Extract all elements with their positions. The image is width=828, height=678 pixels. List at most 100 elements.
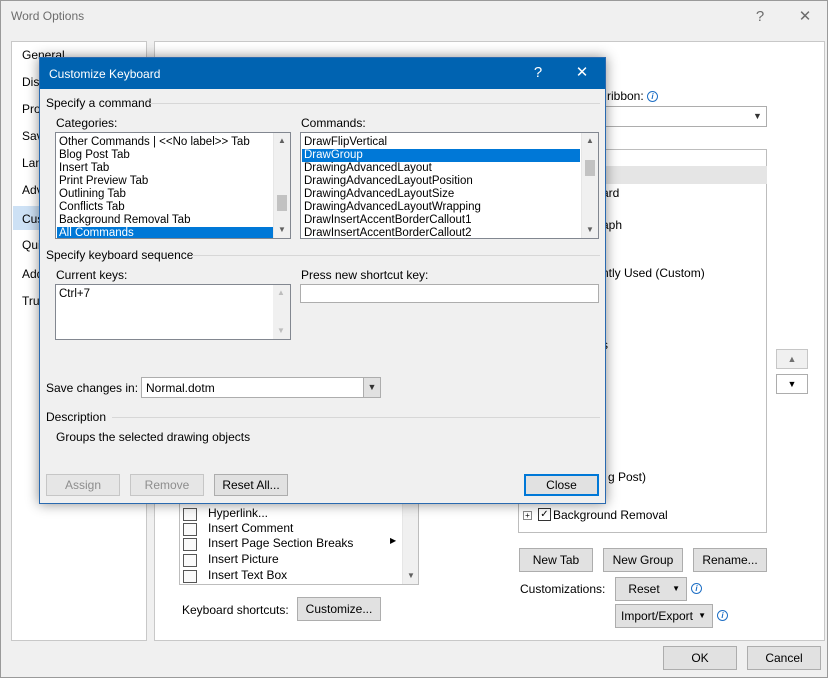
- expand-icon[interactable]: +: [523, 511, 532, 520]
- word-options-close-button[interactable]: ✕: [791, 5, 819, 29]
- commands-listbox[interactable]: DrawFlipVertical DrawGroup DrawingAdvanc…: [300, 132, 599, 239]
- reset-all-button[interactable]: Reset All...: [214, 474, 288, 496]
- category-item[interactable]: Insert Tab: [59, 162, 109, 175]
- move-up-button[interactable]: ▲: [776, 349, 808, 369]
- command-item[interactable]: DrawFlipVertical: [304, 136, 387, 149]
- dialog-title: Customize Keyboard: [49, 67, 161, 81]
- dialog-close-icon[interactable]: ✕: [568, 61, 596, 85]
- category-item-selected[interactable]: All Commands: [57, 227, 273, 238]
- reset-dropdown-button[interactable]: Reset ▼: [615, 577, 687, 601]
- reset-button-label: Reset: [628, 582, 660, 596]
- chevron-down-icon: ▼: [277, 326, 285, 335]
- scrollbar-thumb[interactable]: [277, 195, 287, 211]
- category-item[interactable]: Outlining Tab: [59, 188, 126, 201]
- comment-icon: [183, 523, 197, 536]
- chevron-down-icon[interactable]: ▼: [403, 568, 419, 584]
- tree-item-background-removal[interactable]: Background Removal: [553, 508, 668, 522]
- dropdown-arrow-icon: ▼: [672, 584, 680, 593]
- checkbox-checked-icon[interactable]: ✓: [538, 508, 551, 521]
- page-break-icon: [183, 538, 197, 551]
- new-tab-button[interactable]: New Tab: [519, 548, 593, 572]
- word-options-help-button[interactable]: ?: [746, 5, 774, 29]
- category-item[interactable]: Background Removal Tab: [59, 214, 190, 227]
- current-keys-label: Current keys:: [56, 268, 128, 282]
- categories-label: Categories:: [56, 116, 118, 130]
- new-group-button[interactable]: New Group: [603, 548, 683, 572]
- chevron-up-icon: ▲: [277, 288, 285, 297]
- info-icon: i: [717, 610, 728, 621]
- categories-scrollbar[interactable]: ▲ ▼: [273, 133, 290, 238]
- description-text: Groups the selected drawing objects: [56, 430, 251, 444]
- divider: [192, 255, 600, 256]
- list-item-hyperlink[interactable]: Hyperlink...: [208, 506, 268, 520]
- rename-button[interactable]: Rename...: [693, 548, 767, 572]
- text-box-icon: [183, 570, 197, 583]
- commands-list-scrollbar[interactable]: ▼: [402, 498, 418, 584]
- list-item-insert-comment[interactable]: Insert Comment: [208, 521, 293, 535]
- submenu-arrow-icon: ▶: [390, 536, 397, 545]
- save-changes-select[interactable]: Normal.dotm ▼: [141, 377, 381, 398]
- dialog-help-button[interactable]: ?: [524, 61, 552, 85]
- commands-label: Commands:: [301, 116, 366, 130]
- hyperlink-icon: [183, 508, 197, 521]
- close-button[interactable]: Close: [524, 474, 599, 496]
- nav-item-quick-access[interactable]: Qui: [22, 238, 41, 252]
- cancel-button[interactable]: Cancel: [747, 646, 821, 670]
- command-item[interactable]: DrawInsertAccentBorderCallout2: [304, 227, 471, 238]
- chevron-down-icon: ▼: [363, 378, 380, 397]
- current-key-item[interactable]: Ctrl+7: [59, 288, 90, 301]
- customize-ribbon-label: ribbon: i: [607, 89, 659, 103]
- word-options-title: Word Options: [11, 9, 85, 23]
- move-down-button[interactable]: ▼: [776, 374, 808, 394]
- chevron-up-icon[interactable]: ▲: [582, 133, 598, 149]
- customize-ribbon-dropdown[interactable]: ▼: [605, 106, 767, 127]
- command-item[interactable]: DrawingAdvancedLayoutPosition: [304, 175, 473, 188]
- keyboard-shortcuts-label: Keyboard shortcuts:: [182, 603, 289, 617]
- import-export-button[interactable]: Import/Export ▼: [615, 604, 713, 628]
- scrollbar-thumb[interactable]: [585, 160, 595, 176]
- picture-icon: [183, 554, 197, 567]
- categories-listbox[interactable]: Other Commands | <<No label>> Tab Blog P…: [55, 132, 291, 239]
- category-item[interactable]: Conflicts Tab: [59, 201, 125, 214]
- import-export-label: Import/Export: [620, 609, 694, 623]
- ok-button[interactable]: OK: [663, 646, 737, 670]
- nav-item-proofing[interactable]: Pro: [22, 102, 41, 116]
- category-item[interactable]: Blog Post Tab: [59, 149, 130, 162]
- remove-button[interactable]: Remove: [130, 474, 204, 496]
- customize-ribbon-label-text: ribbon:: [607, 89, 644, 103]
- specify-command-heading: Specify a command: [46, 96, 152, 110]
- tree-item[interactable]: g Post): [608, 470, 646, 484]
- nav-item-trust-center[interactable]: Tru: [22, 294, 40, 308]
- command-item[interactable]: DrawingAdvancedLayout: [304, 162, 432, 175]
- info-icon: i: [647, 91, 659, 103]
- current-keys-scrollbar[interactable]: ▲ ▼: [273, 285, 290, 339]
- chevron-down-icon[interactable]: ▼: [582, 222, 598, 238]
- chevron-up-icon[interactable]: ▲: [274, 133, 290, 149]
- dialog-title-bar: Customize Keyboard ? ✕: [40, 58, 605, 89]
- list-item-insert-page-section-breaks[interactable]: Insert Page Section Breaks: [208, 536, 353, 550]
- list-item-insert-text-box[interactable]: Insert Text Box: [208, 568, 287, 582]
- commands-scrollbar[interactable]: ▲ ▼: [581, 133, 598, 238]
- description-heading: Description: [46, 410, 107, 424]
- category-item[interactable]: Other Commands | <<No label>> Tab: [59, 136, 250, 149]
- current-keys-listbox[interactable]: Ctrl+7 ▲ ▼: [55, 284, 291, 340]
- command-item[interactable]: DrawingAdvancedLayoutSize: [304, 188, 454, 201]
- tree-item[interactable]: ntly Used (Custom): [602, 266, 705, 280]
- command-item-selected[interactable]: DrawGroup: [302, 149, 580, 162]
- commands-list: Hyperlink... Insert Comment Insert Page …: [179, 497, 419, 585]
- save-changes-value: Normal.dotm: [146, 381, 215, 395]
- assign-button[interactable]: Assign: [46, 474, 120, 496]
- divider: [112, 417, 600, 418]
- list-item-insert-picture[interactable]: Insert Picture: [208, 552, 279, 566]
- chevron-down-icon[interactable]: ▼: [274, 222, 290, 238]
- command-item[interactable]: DrawingAdvancedLayoutWrapping: [304, 201, 481, 214]
- info-icon: i: [691, 583, 702, 594]
- command-item[interactable]: DrawInsertAccentBorderCallout1: [304, 214, 471, 227]
- category-item[interactable]: Print Preview Tab: [59, 175, 148, 188]
- customizations-label: Customizations:: [520, 582, 606, 596]
- dropdown-arrow-icon: ▼: [698, 611, 706, 620]
- new-shortcut-key-input[interactable]: [300, 284, 599, 303]
- specify-sequence-heading: Specify keyboard sequence: [46, 248, 194, 262]
- save-changes-label: Save changes in:: [46, 381, 139, 395]
- customize-keyboard-button[interactable]: Customize...: [297, 597, 381, 621]
